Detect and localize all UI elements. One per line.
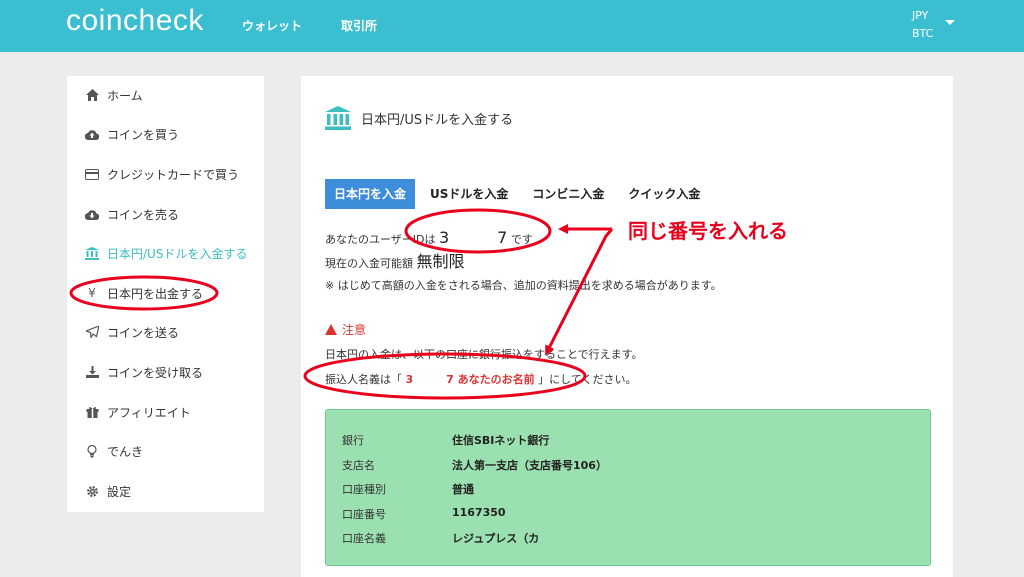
sidebar-item-label: コインを受け取る	[107, 365, 204, 380]
account-row-holder: 口座名義 レジュプレス（カ	[342, 530, 539, 546]
sidebar-item-label: クレジットカードで買う	[107, 167, 240, 182]
user-id-value: 3 7	[439, 228, 508, 247]
sidebar-item-settings[interactable]: 設定	[83, 481, 131, 501]
sidebar: ホーム コインを買う クレジットカードで買う コインを売る 日本円/USドルを入…	[67, 76, 264, 512]
sidebar-item-label: 日本円を出金する	[107, 286, 204, 301]
payer-name-prefix: 振込人名義は「	[325, 373, 402, 386]
coincheck-logo[interactable]: coincheck	[66, 4, 204, 38]
payer-name-line: 振込人名義は「 3 7 あなたのお名前 」にしてください。	[325, 371, 636, 387]
deposit-limit-label: 現在の入金可能額	[325, 257, 413, 270]
warning-icon	[325, 324, 337, 335]
paper-plane-icon	[83, 326, 101, 338]
sidebar-item-receive-coin[interactable]: コインを受け取る	[83, 362, 203, 382]
warning-heading: 注意	[325, 321, 366, 338]
sidebar-item-label: アフィリエイト	[107, 405, 191, 420]
account-row-type: 口座種別 普通	[342, 481, 474, 497]
user-id-line: あなたのユーザーIDは 3 7 です	[325, 224, 533, 248]
payer-name-suffix: 」にしてください。	[538, 373, 637, 386]
user-id-suffix: です	[510, 233, 533, 246]
cloud-upload-icon	[83, 129, 101, 140]
page-title: 日本円/USドルを入金する	[361, 112, 514, 128]
caret-down-icon[interactable]	[945, 20, 955, 25]
account-row-branch: 支店名 法人第一支店（支店番号106）	[342, 457, 607, 473]
nav-exchange-link[interactable]: 取引所	[341, 17, 377, 34]
sidebar-item-home[interactable]: ホーム	[83, 85, 143, 105]
yen-icon: ¥	[88, 286, 96, 300]
sidebar-item-label: ホーム	[107, 88, 143, 103]
warning-title: 注意	[342, 323, 367, 337]
sidebar-item-withdraw-jpy[interactable]: ¥ 日本円を出金する	[83, 283, 203, 303]
account-key: 口座番号	[342, 508, 386, 521]
bank-icon	[325, 106, 351, 130]
tab-convenience-deposit[interactable]: コンビニ入金	[523, 179, 613, 209]
gear-icon	[83, 485, 101, 498]
deposit-tabs: 日本円を入金 USドルを入金 コンビニ入金 クイック入金	[325, 179, 715, 209]
tab-quick-deposit[interactable]: クイック入金	[619, 179, 709, 209]
warning-text: 日本円の入金は、以下の口座に銀行振込をすることで行えます。	[325, 348, 643, 361]
account-row-number: 口座番号 1167350	[342, 506, 506, 522]
account-row-bank: 銀行 住信SBIネット銀行	[342, 432, 549, 448]
download-icon	[83, 366, 101, 378]
gift-icon	[83, 406, 101, 418]
account-value[interactable]: レジュプレス（カ	[452, 530, 539, 546]
account-key: 支店名	[342, 459, 375, 472]
deposit-limit-value: 無制限	[416, 252, 465, 271]
sidebar-item-send-coin[interactable]: コインを送る	[83, 322, 179, 342]
tab-usd-deposit[interactable]: USドルを入金	[421, 179, 517, 209]
currency-primary: JPY	[912, 9, 929, 22]
account-key: 口座名義	[342, 532, 386, 545]
sidebar-item-label: 日本円/USドルを入金する	[107, 246, 248, 261]
high-amount-note: ※ はじめて高額の入金をされる場合、追加の資料提出を求める場合があります。	[325, 279, 722, 292]
credit-card-icon	[83, 168, 101, 180]
sidebar-item-buy-coin[interactable]: コインを買う	[83, 124, 179, 144]
tab-jpy-deposit[interactable]: 日本円を入金	[325, 179, 416, 209]
sidebar-item-label: でんき	[107, 444, 144, 459]
currency-secondary: BTC	[912, 27, 934, 40]
sidebar-item-affiliate[interactable]: アフィリエイト	[83, 402, 191, 422]
bank-icon	[83, 246, 101, 260]
currency-switcher[interactable]: JPY BTC	[912, 7, 933, 43]
home-icon	[83, 89, 101, 101]
sidebar-item-deposit[interactable]: 日本円/USドルを入金する	[83, 243, 247, 263]
top-navbar: coincheck ウォレット 取引所 JPY BTC	[0, 0, 1024, 52]
main-panel: 日本円/USドルを入金する 日本円を入金 USドルを入金 コンビニ入金 クイック…	[301, 76, 953, 577]
sidebar-item-label: コインを送る	[107, 325, 180, 340]
account-value[interactable]: 1167350	[452, 506, 506, 522]
nav-wallet-link[interactable]: ウォレット	[242, 17, 302, 34]
account-key: 銀行	[342, 434, 364, 447]
sidebar-item-label: コインを買う	[107, 127, 180, 142]
account-value[interactable]: 普通	[452, 481, 474, 497]
cloud-download-icon	[83, 209, 101, 220]
user-id-prefix: あなたのユーザーIDは	[325, 233, 436, 246]
page-header: 日本円/USドルを入金する	[325, 106, 513, 130]
payer-name-value: 3 7 あなたのお名前	[405, 373, 535, 386]
account-value[interactable]: 法人第一支店（支店番号106）	[452, 457, 607, 473]
sidebar-item-label: 設定	[107, 484, 132, 499]
account-value[interactable]: 住信SBIネット銀行	[452, 432, 549, 448]
annotation-callout: 同じ番号を入れる	[628, 219, 788, 243]
sidebar-item-sell-coin[interactable]: コインを売る	[83, 204, 179, 224]
sidebar-item-credit-card[interactable]: クレジットカードで買う	[83, 164, 239, 184]
deposit-limit-line: 現在の入金可能額 無制限	[325, 248, 465, 272]
bank-account-box: 銀行 住信SBIネット銀行 支店名 法人第一支店（支店番号106） 口座種別 普…	[325, 409, 931, 566]
sidebar-item-denki[interactable]: でんき	[83, 441, 143, 461]
account-key: 口座種別	[342, 483, 386, 496]
sidebar-item-label: コインを売る	[107, 207, 180, 222]
lightbulb-icon	[83, 444, 101, 458]
